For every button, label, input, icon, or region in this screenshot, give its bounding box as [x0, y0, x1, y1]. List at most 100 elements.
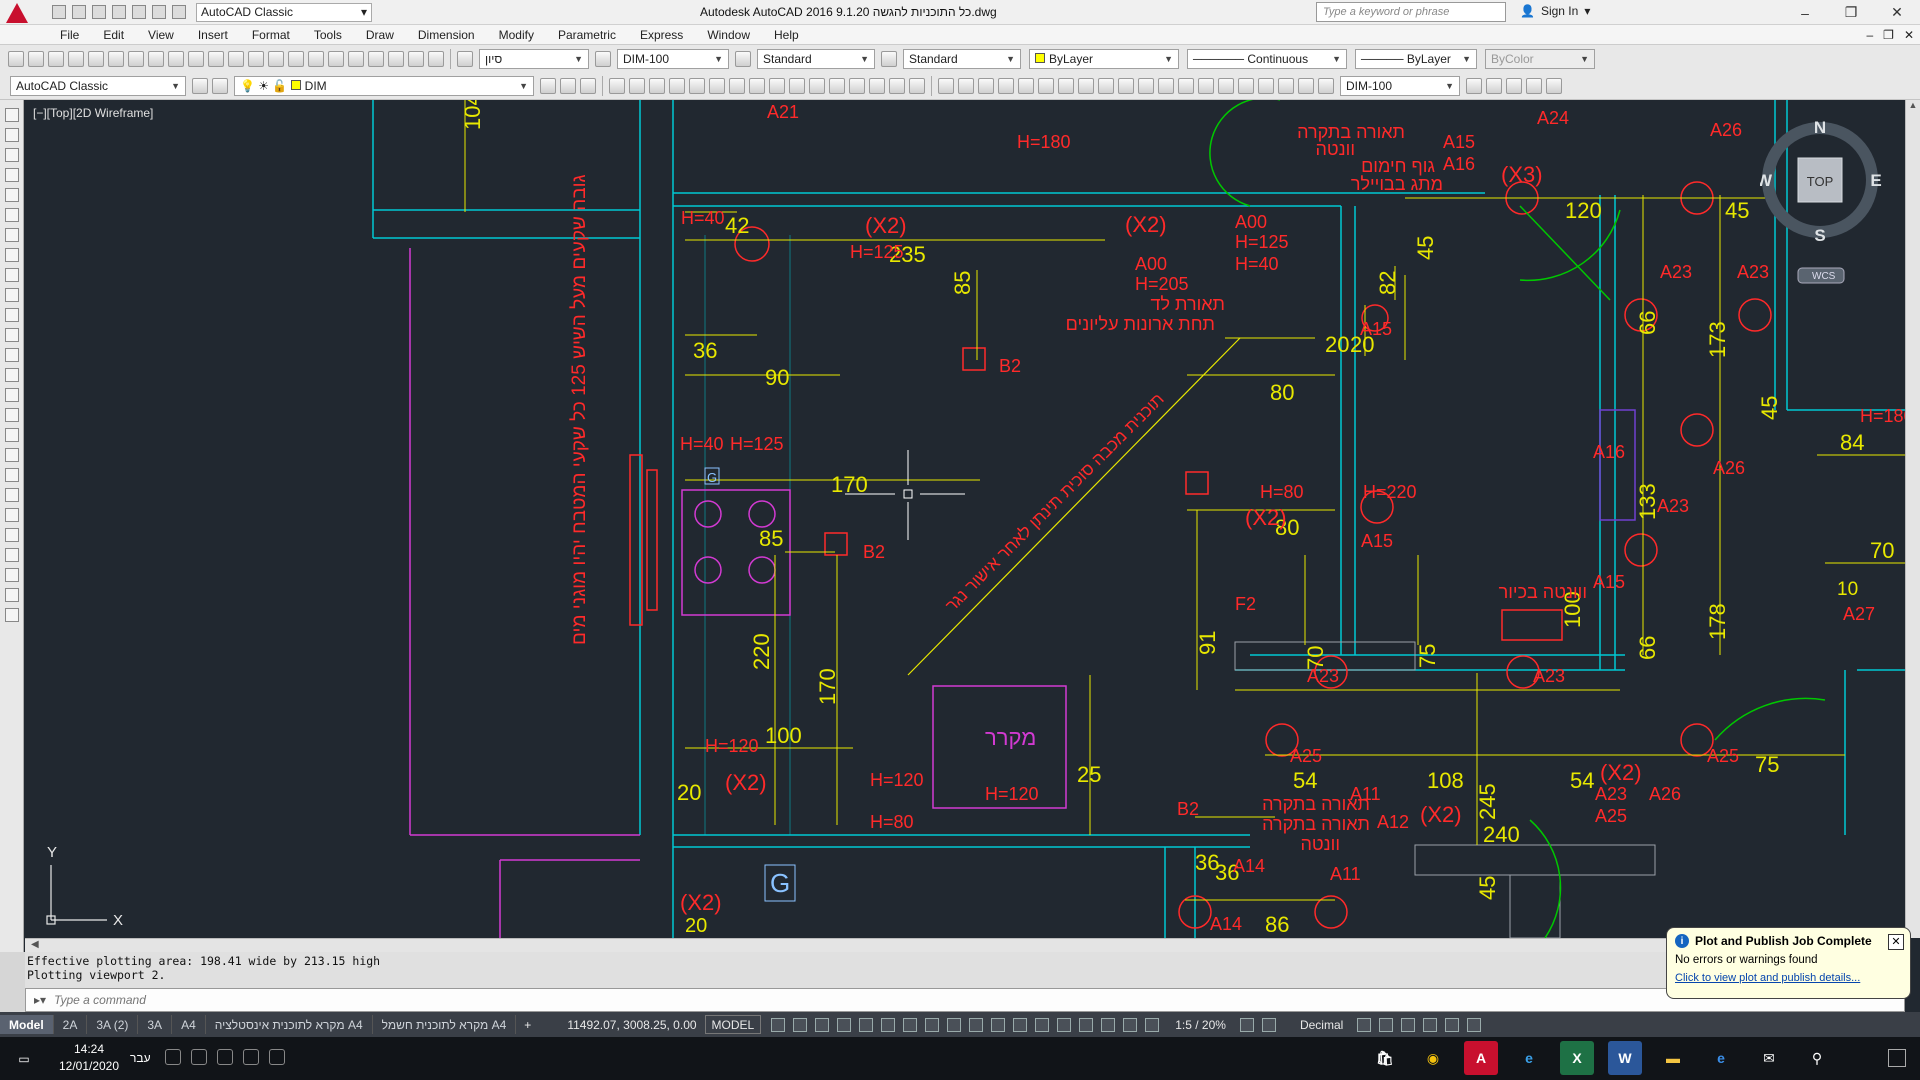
menu-express[interactable]: Express: [628, 28, 695, 42]
arc-length-dim-icon[interactable]: [978, 77, 994, 94]
save-as-icon[interactable]: [112, 5, 126, 19]
3d-osnap-icon[interactable]: [1035, 1017, 1050, 1032]
plotstyle-select[interactable]: ByColor ▼: [1485, 48, 1595, 69]
volume-icon[interactable]: [191, 1049, 207, 1065]
save-icon[interactable]: [92, 5, 106, 19]
scale-icon[interactable]: [749, 77, 765, 94]
dim-update-icon[interactable]: [1318, 77, 1334, 94]
action-center-icon[interactable]: ▭: [0, 1037, 48, 1080]
grid-icon[interactable]: [771, 1017, 786, 1032]
insert-block-icon[interactable]: [4, 328, 19, 342]
new-icon[interactable]: [52, 5, 66, 19]
copy-icon[interactable]: [148, 50, 164, 67]
diameter-dim-icon[interactable]: [1058, 77, 1074, 94]
ungroup-icon[interactable]: [4, 568, 19, 582]
add-selected-icon[interactable]: [4, 488, 19, 502]
plot-icon[interactable]: [68, 50, 84, 67]
tab-3a[interactable]: 3A: [138, 1015, 173, 1034]
rectangle-icon[interactable]: [4, 188, 19, 202]
color-select[interactable]: ByLayer ▼: [1029, 48, 1179, 69]
polyline-icon[interactable]: [4, 148, 19, 162]
workspace-switch-icon[interactable]: [1239, 1017, 1254, 1032]
match-properties-icon[interactable]: [188, 50, 204, 67]
properties-icon[interactable]: [308, 50, 324, 67]
make-block-icon[interactable]: [4, 348, 19, 362]
line-icon[interactable]: [4, 108, 19, 122]
compass-s[interactable]: S: [1814, 226, 1825, 245]
object-snap-icon[interactable]: [947, 1017, 962, 1032]
text-style-select[interactable]: סיון ▼: [479, 48, 589, 69]
menu-modify[interactable]: Modify: [487, 28, 546, 42]
dim-break-icon[interactable]: [1178, 77, 1194, 94]
attach-icon[interactable]: [4, 588, 19, 602]
layer-previous-icon[interactable]: [560, 77, 576, 94]
break-icon[interactable]: [829, 77, 845, 94]
menu-format[interactable]: Format: [240, 28, 302, 42]
selection-cycling-icon[interactable]: [1013, 1017, 1028, 1032]
snap-icon[interactable]: [793, 1017, 808, 1032]
command-prompt-icon[interactable]: ▸▾: [34, 993, 46, 1007]
minimize-button[interactable]: –: [1782, 0, 1828, 25]
notification-details-link[interactable]: Click to view plot and publish details..…: [1675, 972, 1902, 984]
menu-help[interactable]: Help: [762, 28, 811, 42]
zoom-extents-icon[interactable]: [1526, 77, 1542, 94]
show-hidden-icons-icon[interactable]: [217, 1049, 233, 1065]
radius-dim-icon[interactable]: [1018, 77, 1034, 94]
ortho-icon[interactable]: [859, 1017, 874, 1032]
menu-parametric[interactable]: Parametric: [546, 28, 628, 42]
ordinate-dim-icon[interactable]: [998, 77, 1014, 94]
menu-file[interactable]: File: [48, 28, 91, 42]
block-editor-icon[interactable]: [208, 50, 224, 67]
units-select[interactable]: Decimal: [1296, 1018, 1347, 1032]
layer-select[interactable]: 💡 ☀ 🔓 DIM ▼: [234, 75, 534, 96]
point-icon[interactable]: [4, 368, 19, 382]
command-window-handle[interactable]: [0, 952, 25, 1012]
undo-icon[interactable]: [152, 5, 166, 19]
extend-icon[interactable]: [809, 77, 825, 94]
menu-view[interactable]: View: [136, 28, 186, 42]
excel-icon[interactable]: X: [1560, 1041, 1594, 1075]
sign-in-button[interactable]: 👤 Sign In ▾: [1520, 4, 1590, 18]
close-button[interactable]: ✕: [1874, 0, 1920, 25]
file-explorer-icon[interactable]: ▬: [1656, 1041, 1690, 1075]
open-icon[interactable]: [28, 50, 44, 67]
annotation-scale[interactable]: 1:5 / 20%: [1171, 1018, 1230, 1032]
chamfer-icon[interactable]: [869, 77, 885, 94]
mirror-icon[interactable]: [649, 77, 665, 94]
workspace-toolbar-select[interactable]: AutoCAD Classic ▼: [10, 75, 186, 96]
publish-icon[interactable]: [108, 50, 124, 67]
workspace-settings-icon[interactable]: [192, 77, 208, 94]
menu-dimension[interactable]: Dimension: [406, 28, 487, 42]
autocad-logo-icon[interactable]: [0, 0, 34, 25]
workspace-select[interactable]: AutoCAD Classic ▾: [196, 2, 372, 22]
angular-dim-icon[interactable]: [1078, 77, 1094, 94]
lock-ui-icon[interactable]: [1379, 1017, 1394, 1032]
menu-edit[interactable]: Edit: [91, 28, 136, 42]
start-button[interactable]: [1888, 1049, 1906, 1067]
tab-electrical-legend[interactable]: מקרא לתוכנית חשמל A4: [373, 1015, 517, 1034]
rotate-icon[interactable]: [729, 77, 745, 94]
customization-icon[interactable]: [1467, 1017, 1482, 1032]
coordinates-readout[interactable]: 11492.07, 3008.25, 0.00: [559, 1018, 704, 1032]
gizmo-icon[interactable]: [1101, 1017, 1116, 1032]
group-icon[interactable]: [4, 548, 19, 562]
viewcube-svg[interactable]: TOP N S E W WCS: [1756, 114, 1900, 284]
layer-walk-icon[interactable]: [4, 508, 19, 522]
taskbar-clock[interactable]: 14:24 12/01/2020: [54, 1041, 124, 1075]
compass-n[interactable]: N: [1814, 118, 1826, 137]
command-line[interactable]: ▸▾: [25, 988, 1905, 1012]
cut-icon[interactable]: [128, 50, 144, 67]
ie-icon[interactable]: e: [1512, 1041, 1546, 1075]
menu-draw[interactable]: Draw: [354, 28, 406, 42]
object-snap-tracking-icon[interactable]: [925, 1017, 940, 1032]
zoom-realtime-icon[interactable]: [1546, 77, 1562, 94]
dim-text-edit-icon[interactable]: [1298, 77, 1314, 94]
drawing-canvas[interactable]: מקרר G G 104 42 235 36 90 85 170 85 220 …: [25, 100, 1905, 938]
search-taskbar-icon[interactable]: ⚲: [1800, 1041, 1834, 1075]
construction-line-icon[interactable]: [4, 128, 19, 142]
pan-icon[interactable]: [268, 50, 284, 67]
aligned-dim-icon[interactable]: [958, 77, 974, 94]
add-layout-button[interactable]: +: [516, 1018, 539, 1032]
stretch-icon[interactable]: [769, 77, 785, 94]
doc-restore-button[interactable]: ❐: [1883, 28, 1894, 42]
